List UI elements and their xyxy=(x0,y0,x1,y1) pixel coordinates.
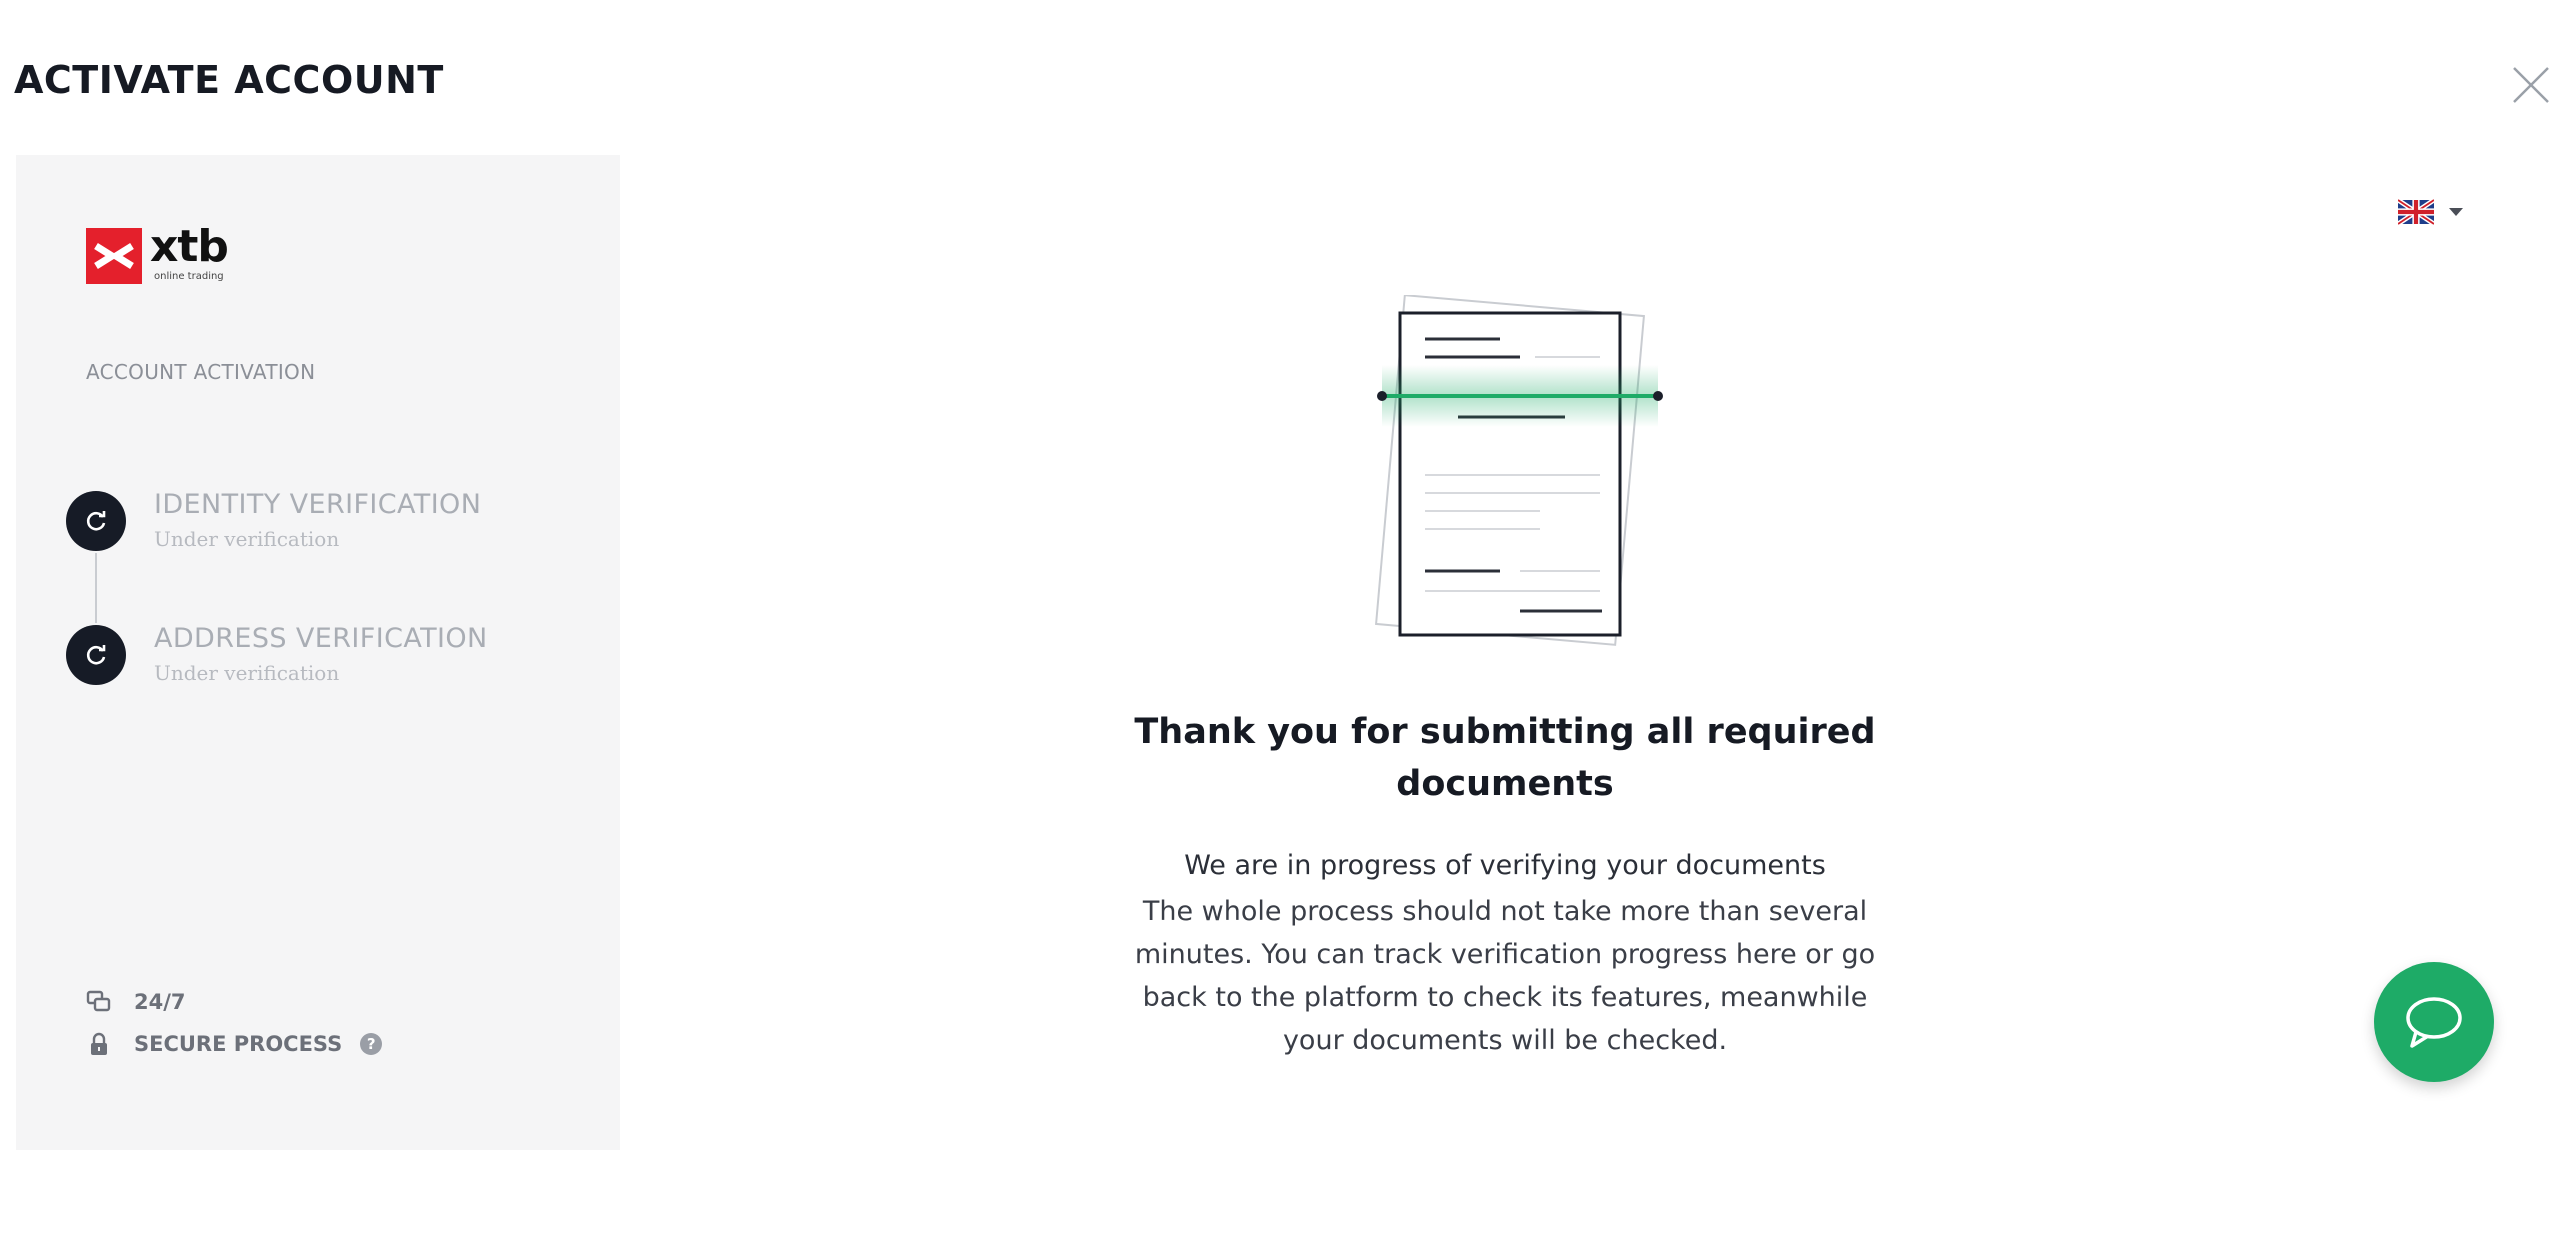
document-scan-illustration xyxy=(1374,295,1663,646)
refresh-icon xyxy=(66,491,126,551)
xtb-logo: xtb online trading xyxy=(86,221,246,287)
close-button[interactable] xyxy=(2510,64,2552,106)
step-connector xyxy=(95,553,97,623)
support-availability: 24/7 xyxy=(86,987,186,1017)
language-selector[interactable] xyxy=(2398,196,2478,228)
section-label: ACCOUNT ACTIVATION xyxy=(86,360,316,384)
secure-process: SECURE PROCESS ? xyxy=(86,1029,383,1059)
dialog-title: ACTIVATE ACCOUNT xyxy=(14,58,444,102)
chat-bubble-icon xyxy=(2406,997,2462,1048)
lock-icon xyxy=(91,1032,107,1055)
step-status: Under verification xyxy=(154,661,340,685)
info-icon[interactable]: ? xyxy=(360,1033,383,1055)
availability-text: 24/7 xyxy=(134,990,186,1014)
refresh-icon xyxy=(66,625,126,685)
confirmation-headline: Thank you for submitting all required do… xyxy=(1134,712,1876,804)
xtb-logo-mark xyxy=(86,228,142,284)
verification-description: The whole process should not take more t… xyxy=(1134,896,1876,1056)
close-icon xyxy=(2513,67,2549,103)
chat-button[interactable] xyxy=(2374,962,2494,1082)
step-status: Under verification xyxy=(154,527,340,551)
secure-process-text: SECURE PROCESS xyxy=(134,1032,343,1056)
chat-bubbles-icon xyxy=(86,990,111,1012)
step-title: IDENTITY VERIFICATION xyxy=(154,489,482,520)
step-identity-verification: IDENTITY VERIFICATION Under verification xyxy=(66,487,586,557)
step-address-verification: ADDRESS VERIFICATION Under verification xyxy=(66,621,586,691)
logo-wordmark: xtb xyxy=(150,221,229,272)
verification-status: We are in progress of verifying your doc… xyxy=(1184,850,1826,881)
step-title: ADDRESS VERIFICATION xyxy=(154,623,488,654)
uk-flag-icon xyxy=(2398,199,2434,225)
activate-account-dialog: ACTIVATE ACCOUNT xtb online trading ACCO… xyxy=(0,0,2560,1250)
activation-sidebar: xtb online trading ACCOUNT ACTIVATION ID… xyxy=(16,155,620,1150)
logo-tagline: online trading xyxy=(154,271,224,282)
chevron-down-icon xyxy=(2449,208,2463,216)
